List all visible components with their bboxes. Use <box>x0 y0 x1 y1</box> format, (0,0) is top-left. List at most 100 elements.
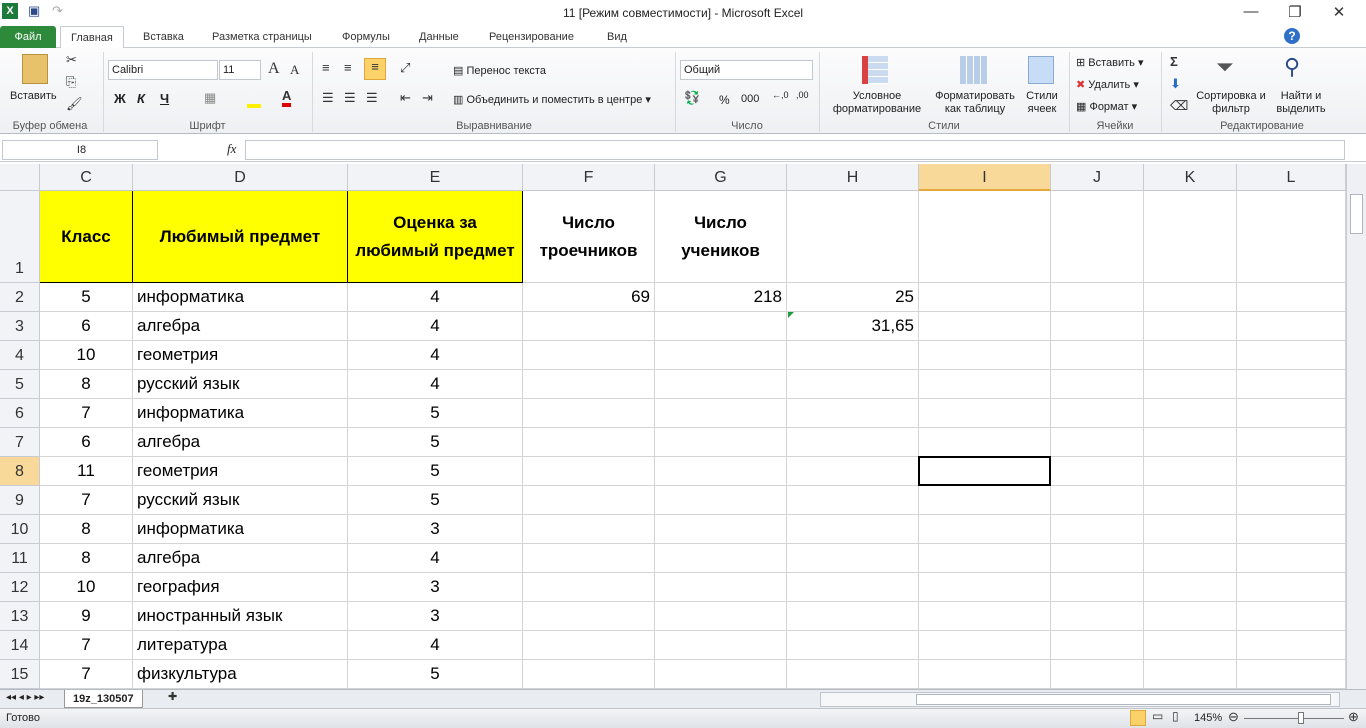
cell-F1[interactable]: Число троечников <box>523 191 655 283</box>
cell-D13[interactable]: иностранный язык <box>133 602 348 631</box>
cell-G6[interactable] <box>655 399 787 428</box>
cell-E7[interactable]: 5 <box>348 428 523 457</box>
cell-J6[interactable] <box>1051 399 1144 428</box>
cell-G4[interactable] <box>655 341 787 370</box>
cell-F5[interactable] <box>523 370 655 399</box>
cell-I15[interactable] <box>919 660 1051 689</box>
column-header-J[interactable]: J <box>1051 164 1144 191</box>
cell-K8[interactable] <box>1144 457 1237 486</box>
increase-indent-icon[interactable]: ⇥ <box>422 90 433 106</box>
cell-H10[interactable] <box>787 515 919 544</box>
cell-G2[interactable]: 218 <box>655 283 787 312</box>
cell-H12[interactable] <box>787 573 919 602</box>
cell-styles-button[interactable]: Стили ячеек <box>1020 90 1064 116</box>
cell-J13[interactable] <box>1051 602 1144 631</box>
minimize-button[interactable]: — <box>1236 3 1266 20</box>
align-right-icon[interactable]: ☰ <box>366 90 378 106</box>
row-header-12[interactable]: 12 <box>0 573 40 602</box>
cell-I14[interactable] <box>919 631 1051 660</box>
cell-C12[interactable]: 10 <box>40 573 133 602</box>
cell-E5[interactable]: 4 <box>348 370 523 399</box>
cell-E4[interactable]: 4 <box>348 341 523 370</box>
cell-D14[interactable]: литература <box>133 631 348 660</box>
shrink-font-icon[interactable]: A <box>290 62 299 78</box>
cell-D8[interactable]: геометрия <box>133 457 348 486</box>
cell-K7[interactable] <box>1144 428 1237 457</box>
sort-filter-button[interactable]: Сортировка и фильтр <box>1196 90 1266 116</box>
cell-K1[interactable] <box>1144 191 1237 283</box>
cell-I13[interactable] <box>919 602 1051 631</box>
cell-L9[interactable] <box>1237 486 1346 515</box>
font-color-icon[interactable]: A <box>282 88 292 107</box>
align-bottom-icon[interactable]: ≡ <box>364 58 386 80</box>
bold-button[interactable]: Ж <box>114 91 126 106</box>
zoom-slider[interactable] <box>1244 718 1344 719</box>
cell-D5[interactable]: русский язык <box>133 370 348 399</box>
insert-cells-button[interactable]: ⊞ Вставить ▾ <box>1076 56 1144 69</box>
cell-C10[interactable]: 8 <box>40 515 133 544</box>
row-header-1[interactable]: 1 <box>0 191 40 283</box>
page-break-view-icon[interactable]: ▯ <box>1172 709 1179 723</box>
close-button[interactable]: ✕ <box>1324 3 1354 21</box>
find-select-button[interactable]: Найти и выделить <box>1270 90 1332 116</box>
tab-view[interactable]: Вид <box>597 26 637 48</box>
row-header-6[interactable]: 6 <box>0 399 40 428</box>
cell-F8[interactable] <box>523 457 655 486</box>
cell-D7[interactable]: алгебра <box>133 428 348 457</box>
cell-I9[interactable] <box>919 486 1051 515</box>
cell-J14[interactable] <box>1051 631 1144 660</box>
cell-K5[interactable] <box>1144 370 1237 399</box>
format-as-table-icon[interactable] <box>960 56 988 84</box>
cell-D12[interactable]: география <box>133 573 348 602</box>
cell-I7[interactable] <box>919 428 1051 457</box>
decrease-indent-icon[interactable]: ⇤ <box>400 90 411 106</box>
column-header-H[interactable]: H <box>787 164 919 191</box>
cell-L12[interactable] <box>1237 573 1346 602</box>
cell-I5[interactable] <box>919 370 1051 399</box>
merge-center-button[interactable]: ▥ Объединить и поместить в центре ▾ <box>453 93 651 106</box>
cell-C14[interactable]: 7 <box>40 631 133 660</box>
cell-G14[interactable] <box>655 631 787 660</box>
sort-filter-icon[interactable]: ⏷ <box>1216 54 1234 80</box>
cell-F15[interactable] <box>523 660 655 689</box>
cell-L8[interactable] <box>1237 457 1346 486</box>
find-icon[interactable]: ⚲ <box>1284 54 1300 80</box>
tab-data[interactable]: Данные <box>409 26 469 48</box>
cell-L6[interactable] <box>1237 399 1346 428</box>
restore-button[interactable]: ❐ <box>1280 3 1310 21</box>
cell-D6[interactable]: информатика <box>133 399 348 428</box>
paste-button[interactable]: Вставить <box>10 90 57 102</box>
tab-formulas[interactable]: Формулы <box>332 26 400 48</box>
cell-G13[interactable] <box>655 602 787 631</box>
underline-button[interactable]: Ч <box>160 91 169 106</box>
cell-G1[interactable]: Число учеников <box>655 191 787 283</box>
cell-K10[interactable] <box>1144 515 1237 544</box>
wrap-text-button[interactable]: ▤ Перенос текста <box>453 64 546 77</box>
cell-L13[interactable] <box>1237 602 1346 631</box>
cell-K4[interactable] <box>1144 341 1237 370</box>
increase-decimal-icon[interactable]: ←,0 <box>772 90 789 100</box>
cell-K11[interactable] <box>1144 544 1237 573</box>
cell-I6[interactable] <box>919 399 1051 428</box>
cell-E3[interactable]: 4 <box>348 312 523 341</box>
cell-F12[interactable] <box>523 573 655 602</box>
row-header-15[interactable]: 15 <box>0 660 40 689</box>
cell-I10[interactable] <box>919 515 1051 544</box>
conditional-formatting-icon[interactable] <box>862 56 888 84</box>
zoom-slider-thumb[interactable] <box>1298 712 1304 724</box>
cell-D11[interactable]: алгебра <box>133 544 348 573</box>
row-header-9[interactable]: 9 <box>0 486 40 515</box>
cell-L15[interactable] <box>1237 660 1346 689</box>
cell-D15[interactable]: физкультура <box>133 660 348 689</box>
copy-icon[interactable]: ⎘ <box>66 74 76 90</box>
column-header-D[interactable]: D <box>133 164 348 191</box>
cell-E11[interactable]: 4 <box>348 544 523 573</box>
normal-view-icon[interactable] <box>1130 710 1146 726</box>
cell-I1[interactable] <box>919 191 1051 283</box>
cell-L2[interactable] <box>1237 283 1346 312</box>
fx-button[interactable]: fx <box>227 141 236 157</box>
cell-F3[interactable] <box>523 312 655 341</box>
cell-styles-icon[interactable] <box>1028 56 1054 84</box>
cell-C1[interactable]: Класс <box>40 191 133 283</box>
cell-C11[interactable]: 8 <box>40 544 133 573</box>
